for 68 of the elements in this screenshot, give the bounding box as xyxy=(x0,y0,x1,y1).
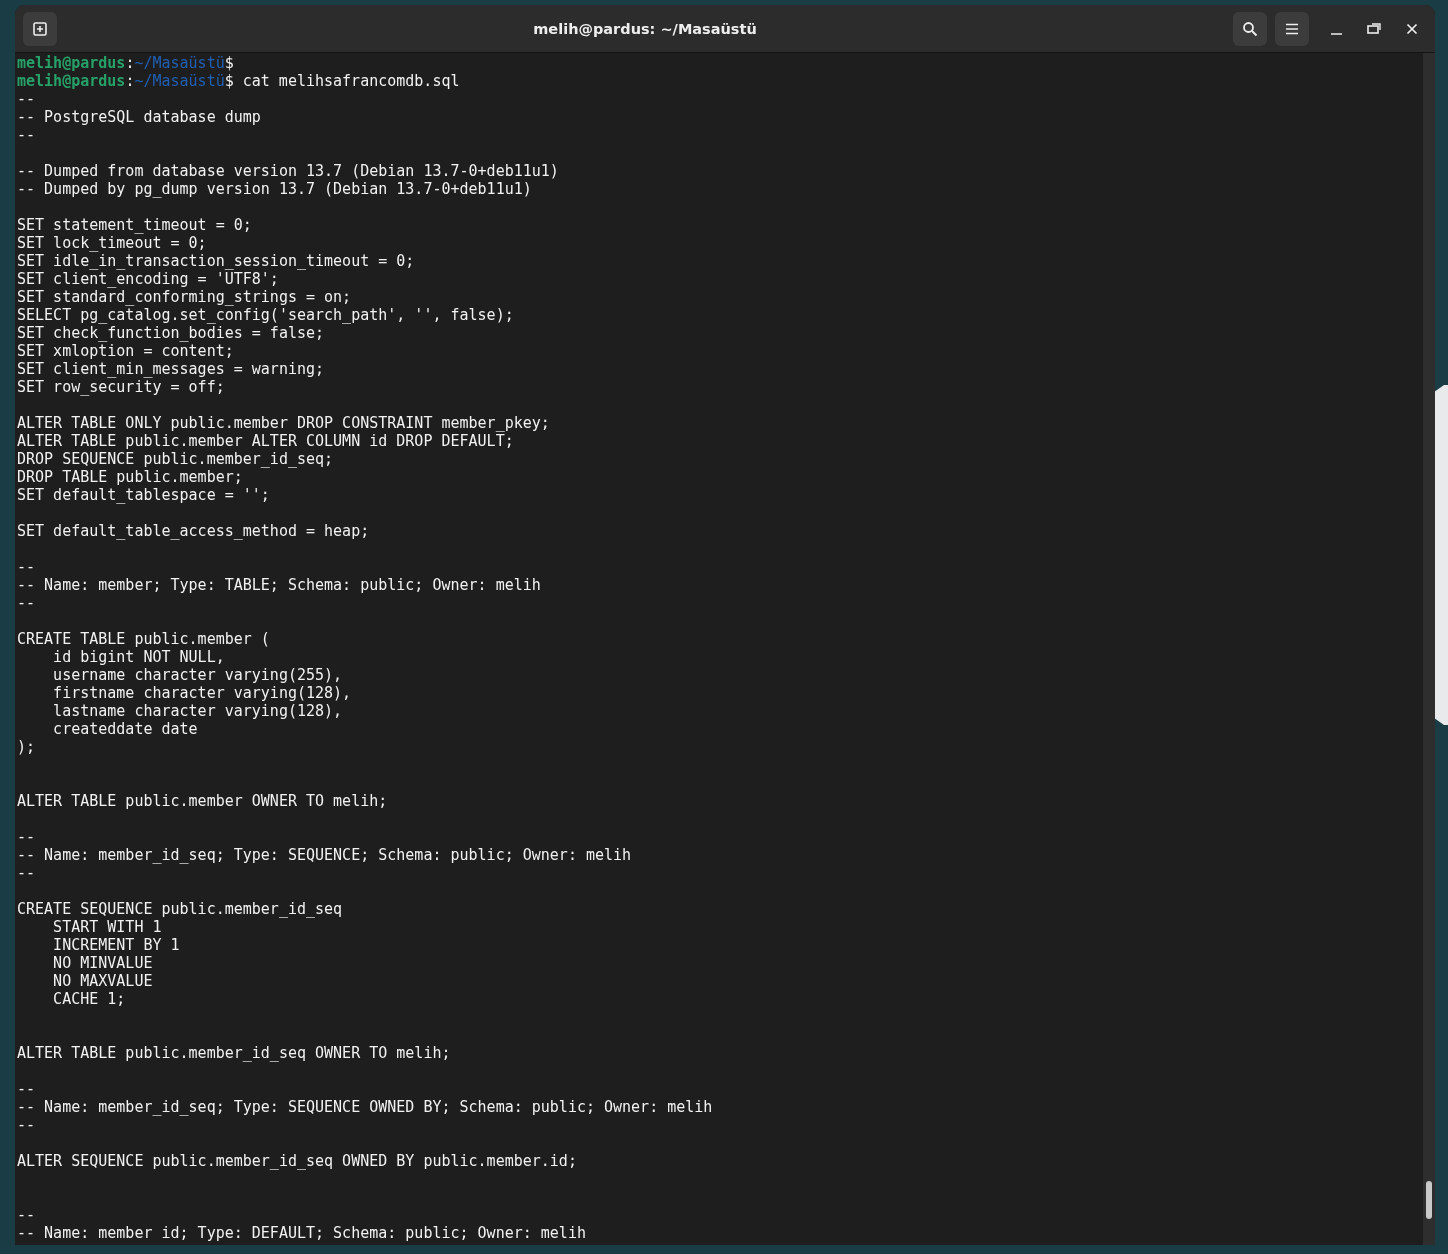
minimize-icon xyxy=(1330,32,1342,35)
output-line: START WITH 1 xyxy=(52,918,162,936)
menu-icon xyxy=(1285,22,1299,35)
search-button[interactable] xyxy=(1233,11,1267,46)
output-line: -- Name: member; Type: TABLE; Schema: public; Owner: melih xyxy=(17,576,541,594)
output-line: -- xyxy=(17,1080,36,1098)
output-line: SET client_encoding = 'UTF8'; xyxy=(17,270,279,288)
output-line: SET standard_conforming_strings = on; xyxy=(17,288,352,306)
output-line: SET lock_timeout = 0; xyxy=(17,234,207,252)
output-line: SET xmloption = content; xyxy=(17,342,234,360)
search-icon xyxy=(1242,20,1258,37)
output-line: -- xyxy=(17,1116,36,1134)
output-line: -- xyxy=(17,558,36,576)
output-line: NO MAXVALUE xyxy=(52,972,153,990)
output-line: CREATE TABLE public.member ( xyxy=(17,630,270,648)
prompt-path: ~/Masaüstü xyxy=(134,54,225,72)
output-line: INCREMENT BY 1 xyxy=(52,936,180,954)
output-line: -- Dumped from database version 13.7 (Debian 13.7-0+deb11u1) xyxy=(17,162,559,180)
prompt-separator: : xyxy=(125,72,135,90)
output-line: NO MINVALUE xyxy=(52,954,153,972)
command-text: cat melihsafrancomdb.sql xyxy=(242,72,460,90)
prompt-path: ~/Masaüstü xyxy=(134,72,225,90)
prompt-user: melih@pardus xyxy=(17,54,126,72)
close-icon xyxy=(1406,22,1418,35)
prompt-separator: : xyxy=(125,54,135,72)
output-line: ALTER SEQUENCE public.member_id_seq OWNED BY public.member.id; xyxy=(17,1152,577,1170)
output-line: -- xyxy=(17,126,36,144)
window-title: melih@pardus: ~/Masaüstü xyxy=(532,20,758,37)
output-line: SET row_security = off; xyxy=(17,378,225,396)
menu-button[interactable] xyxy=(1275,11,1309,46)
output-line: ALTER TABLE public.member OWNER TO melih; xyxy=(17,792,388,810)
output-line: CACHE 1; xyxy=(52,990,126,1008)
output-line: SET client_min_messages = warning; xyxy=(17,360,325,378)
new-tab-icon xyxy=(32,20,48,37)
new-tab-button[interactable] xyxy=(23,11,57,46)
output-line: username character varying(255), xyxy=(52,666,343,684)
prompt-symbol: $ xyxy=(224,72,234,90)
output-line: lastname character varying(128), xyxy=(52,702,343,720)
output-line: id bigint NOT NULL, xyxy=(52,648,225,666)
output-line: DROP TABLE public.member; xyxy=(17,468,243,486)
output-line: SET idle_in_transaction_session_timeout = 0; xyxy=(17,252,415,270)
output-line: ALTER TABLE public.member_id_seq OWNER TO melih; xyxy=(17,1044,451,1062)
output-line: ALTER TABLE ONLY public.member DROP CONSTRAINT member_pkey; xyxy=(17,414,550,432)
output-line: -- xyxy=(17,1206,36,1224)
scrollbar-thumb[interactable] xyxy=(1426,1181,1432,1219)
output-line: ); xyxy=(17,738,36,756)
prompt-symbol: $ xyxy=(224,54,234,72)
output-line: -- Name: member id; Type: DEFAULT; Schema: public; Owner: melih xyxy=(17,1224,586,1242)
output-line: SELECT pg_catalog.set_config('search_path', '', false); xyxy=(17,306,514,324)
output-line: SET default_tablespace = ''; xyxy=(17,486,270,504)
restore-icon xyxy=(1367,22,1381,35)
output-line: DROP SEQUENCE public.member_id_seq; xyxy=(17,450,334,468)
output-line: -- Name: member_id_seq; Type: SEQUENCE; Schema: public; Owner: melih xyxy=(17,846,632,864)
output-line: SET default_table_access_method = heap; xyxy=(17,522,370,540)
output-line: firstname character varying(128), xyxy=(52,684,352,702)
output-line: -- xyxy=(17,828,36,846)
output-line: createddate date xyxy=(52,720,198,738)
output-line: -- xyxy=(17,594,36,612)
output-line: -- PostgreSQL database dump xyxy=(17,108,261,126)
output-line: -- Dumped by pg_dump version 13.7 (Debian 13.7-0+deb11u1) xyxy=(17,180,532,198)
prompt-user: melih@pardus xyxy=(17,72,126,90)
output-line: SET statement_timeout = 0; xyxy=(17,216,252,234)
output-line: SET check_function_bodies = false; xyxy=(17,324,325,342)
output-line: ALTER TABLE public.member ALTER COLUMN id DROP DEFAULT; xyxy=(17,432,514,450)
output-line: CREATE SEQUENCE public.member_id_seq xyxy=(17,900,343,918)
output-line: -- xyxy=(17,90,36,108)
output-line: -- xyxy=(17,864,36,882)
output-line: -- Name: member_id_seq; Type: SEQUENCE OWNED BY; Schema: public; Owner: melih xyxy=(17,1098,713,1116)
